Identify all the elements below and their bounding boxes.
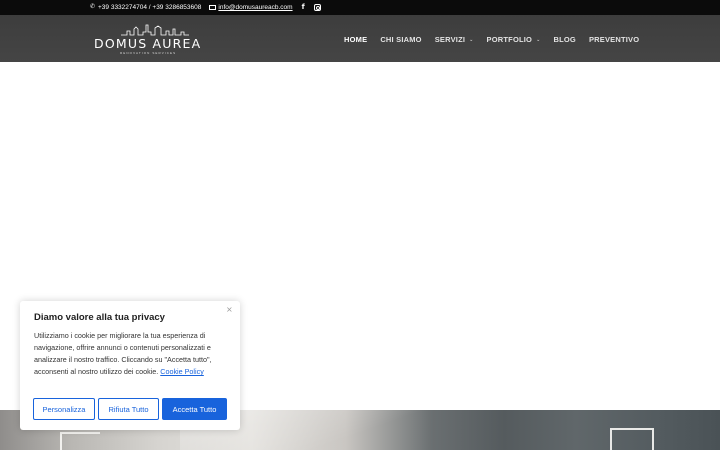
nav-label: HOME — [344, 35, 368, 44]
logo-text: DOMUS AUREA — [94, 36, 202, 51]
nav-label: CHI SIAMO — [380, 35, 422, 44]
instagram-icon[interactable] — [313, 3, 321, 11]
contact-info: ✆ +39 3332274704 / +39 3286853608 info@d… — [90, 3, 321, 11]
facebook-icon[interactable]: f — [302, 3, 305, 11]
skyline-icon — [121, 24, 189, 36]
nav-label: PREVENTIVO — [588, 35, 640, 44]
main-nav: HOME CHI SIAMO SERVIZI ⌄ PORTFOLIO ⌄ BLO… — [344, 35, 639, 44]
nav-item-chi-siamo[interactable]: CHI SIAMO — [380, 35, 421, 44]
cookie-policy-link[interactable]: Cookie Policy — [160, 367, 204, 376]
cookie-consent-banner: Diamo valore alla tua privacy × Utilizzi… — [20, 301, 240, 430]
close-icon[interactable]: × — [226, 305, 233, 314]
phone-icon: ✆ — [90, 3, 96, 10]
site-logo[interactable]: DOMUS AUREA RENOVATION SERVICES — [94, 22, 216, 55]
phone-numbers[interactable]: +39 3332274704 / +39 3286853608 — [98, 4, 201, 11]
cookie-text: Utilizziamo i cookie per migliorare la t… — [34, 330, 230, 378]
nav-label: BLOG — [553, 35, 576, 44]
nav-item-portfolio[interactable]: PORTFOLIO ⌄ — [487, 35, 541, 44]
chevron-down-icon: ⌄ — [536, 36, 541, 43]
chevron-down-icon: ⌄ — [469, 36, 474, 43]
site-header: DOMUS AUREA RENOVATION SERVICES HOME CHI… — [0, 15, 720, 62]
envelope-icon — [209, 4, 217, 10]
nav-label: SERVIZI — [434, 35, 466, 44]
top-contact-bar: ✆ +39 3332274704 / +39 3286853608 info@d… — [0, 0, 720, 15]
accept-all-button[interactable]: Accetta Tutto — [162, 398, 227, 420]
nav-label: PORTFOLIO — [486, 35, 533, 44]
reject-all-button[interactable]: Rifiuta Tutto — [98, 398, 159, 420]
nav-item-home[interactable]: HOME — [344, 35, 367, 44]
cookie-title: Diamo valore alla tua privacy — [34, 312, 165, 323]
customize-button[interactable]: Personalizza — [33, 398, 95, 420]
nav-item-preventivo[interactable]: PREVENTIVO — [589, 35, 639, 44]
email-link[interactable]: info@domusaureacb.com — [218, 4, 292, 11]
photo-door-frame — [610, 428, 654, 450]
nav-item-servizi[interactable]: SERVIZI ⌄ — [435, 35, 474, 44]
social-links: f — [302, 3, 321, 11]
nav-item-blog[interactable]: BLOG — [553, 35, 575, 44]
photo-door-frame — [60, 432, 100, 450]
logo-subtitle: RENOVATION SERVICES — [120, 51, 177, 55]
